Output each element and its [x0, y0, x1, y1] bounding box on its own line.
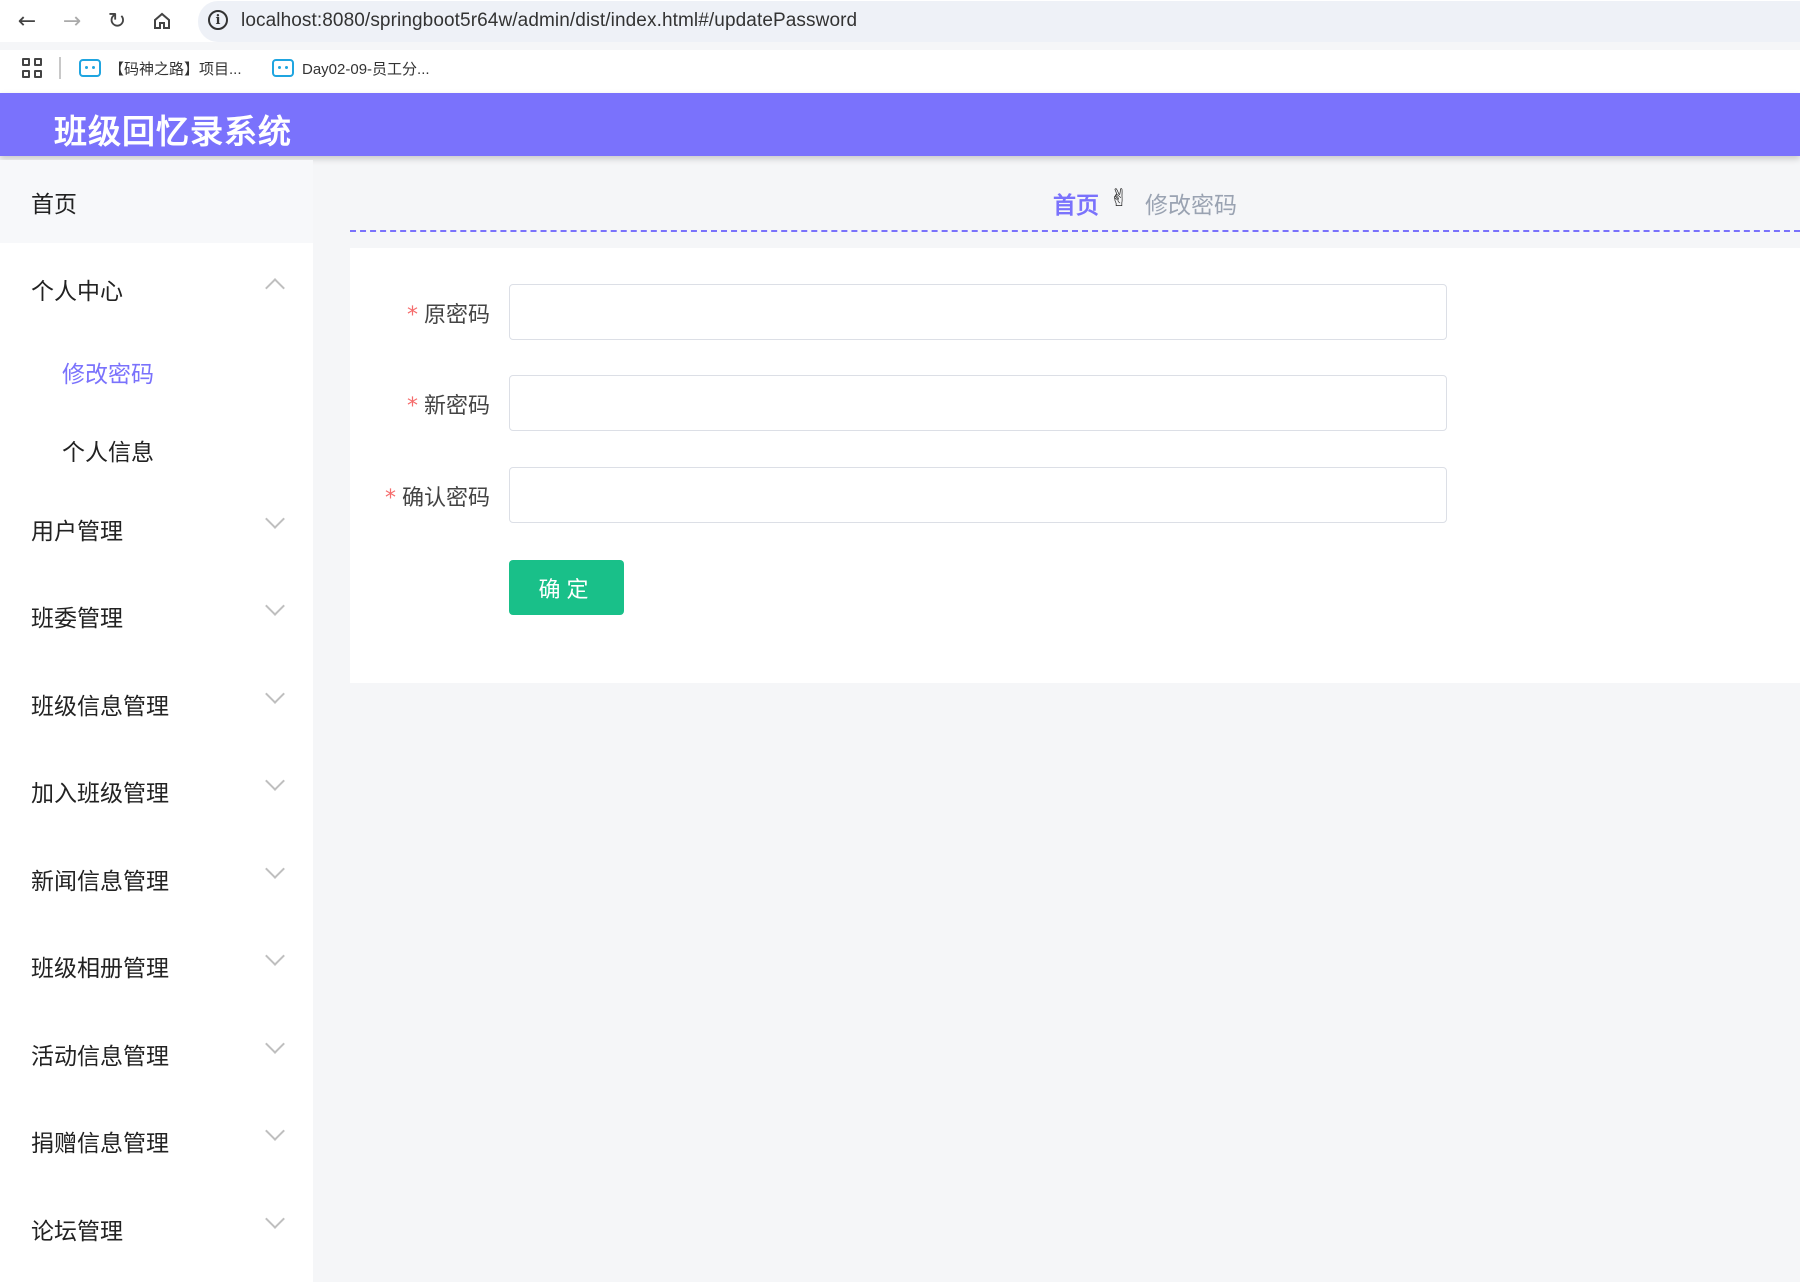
- bookmark-label: 【码神之路】项目...: [109, 60, 242, 78]
- victory-hand-icon: ✌: [1109, 184, 1130, 212]
- sidebar-item-donation-management[interactable]: 捐赠信息管理: [0, 1121, 313, 1184]
- sidebar-item-forum-management[interactable]: 论坛管理: [0, 1209, 313, 1272]
- confirm-password-input[interactable]: [509, 467, 1447, 523]
- sidebar-item-committee-management[interactable]: 班委管理: [0, 596, 313, 659]
- back-icon[interactable]: ←: [13, 7, 41, 35]
- chevron-down-icon: [265, 946, 285, 966]
- sidebar-item-label: 新闻信息管理: [31, 869, 169, 895]
- sidebar-item-label: 捐赠信息管理: [31, 1131, 169, 1157]
- confirm-password-label-text: 确认密码: [401, 486, 490, 511]
- sidebar-item-news-management[interactable]: 新闻信息管理: [0, 859, 313, 922]
- sidebar-item-label: 用户管理: [31, 519, 123, 545]
- sidebar-item-activity-management[interactable]: 活动信息管理: [0, 1034, 313, 1097]
- sidebar-item-user-management[interactable]: 用户管理: [0, 509, 313, 572]
- home-icon[interactable]: [148, 7, 176, 35]
- chevron-up-icon: [265, 278, 285, 298]
- bookmarks-divider: [59, 57, 61, 79]
- sidebar-item-label: 加入班级管理: [31, 781, 169, 807]
- breadcrumb-home[interactable]: 首页: [1053, 186, 1099, 220]
- sidebar-item-label: 班级相册管理: [31, 956, 169, 982]
- chevron-down-icon: [265, 684, 285, 704]
- sidebar-item-album-management[interactable]: 班级相册管理: [0, 946, 313, 1009]
- bilibili-icon: [272, 59, 294, 77]
- bookmark-label: Day02-09-员工分...: [302, 60, 430, 78]
- sidebar-item-label: 班级信息管理: [31, 694, 169, 720]
- breadcrumb-current: 修改密码: [1145, 193, 1237, 219]
- apps-grid-icon[interactable]: [22, 58, 42, 78]
- sidebar-item-label: 个人中心: [31, 279, 123, 305]
- chevron-down-icon: [265, 771, 285, 791]
- chevron-down-icon: [265, 1034, 285, 1054]
- required-mark: *: [406, 303, 418, 328]
- url-text[interactable]: localhost:8080/springboot5r64w/admin/dis…: [241, 10, 857, 32]
- chevron-down-icon: [265, 509, 285, 529]
- sidebar-item-label: 论坛管理: [31, 1219, 123, 1245]
- app-header: 班级回忆录系统: [0, 93, 1800, 156]
- chevron-down-icon: [265, 1121, 285, 1141]
- sidebar-item-class-info-management[interactable]: 班级信息管理: [0, 684, 313, 747]
- sidebar-item-label: 班委管理: [31, 606, 123, 632]
- new-password-input[interactable]: [509, 375, 1447, 431]
- sidebar: 首页 个人中心 修改密码 个人信息 用户管理 班委管理 班级信息管理 加入班级管…: [0, 160, 313, 1282]
- old-password-label: * 原密码: [330, 297, 490, 329]
- required-mark: *: [406, 394, 418, 419]
- forward-icon[interactable]: →: [58, 7, 86, 35]
- bookmarks-bar: [0, 50, 1800, 94]
- confirm-button[interactable]: 确定: [509, 560, 624, 615]
- sidebar-item-label: 首页: [31, 192, 77, 218]
- confirm-password-label: * 确认密码: [330, 480, 490, 512]
- new-password-label-text: 新密码: [423, 394, 490, 419]
- sidebar-item-label: 活动信息管理: [31, 1044, 169, 1070]
- sidebar-subitem-change-password[interactable]: 修改密码: [62, 355, 154, 389]
- sidebar-item-home[interactable]: 首页: [0, 160, 313, 243]
- bookmark-item[interactable]: Day02-09-员工分...: [272, 56, 430, 80]
- reload-icon[interactable]: ↻: [103, 7, 131, 35]
- sidebar-item-join-class-management[interactable]: 加入班级管理: [0, 771, 313, 834]
- required-mark: *: [384, 486, 396, 511]
- site-info-icon[interactable]: i: [208, 10, 228, 30]
- old-password-input[interactable]: [509, 284, 1447, 340]
- chevron-down-icon: [265, 596, 285, 616]
- app-title: 班级回忆录系统: [54, 112, 292, 151]
- new-password-label: * 新密码: [330, 388, 490, 420]
- chevron-down-icon: [265, 1209, 285, 1229]
- sidebar-item-personal-center[interactable]: 个人中心: [0, 269, 313, 329]
- sidebar-subitem-personal-info[interactable]: 个人信息: [62, 433, 154, 467]
- bookmark-item[interactable]: 【码神之路】项目...: [79, 56, 242, 80]
- old-password-label-text: 原密码: [423, 303, 490, 328]
- chevron-down-icon: [265, 859, 285, 879]
- breadcrumb: 首页 ✌ 修改密码: [350, 160, 1800, 232]
- browser-toolbar: ← → ↻ i localhost:8080/springboot5r64w/a…: [0, 0, 1800, 42]
- bilibili-icon: [79, 59, 101, 77]
